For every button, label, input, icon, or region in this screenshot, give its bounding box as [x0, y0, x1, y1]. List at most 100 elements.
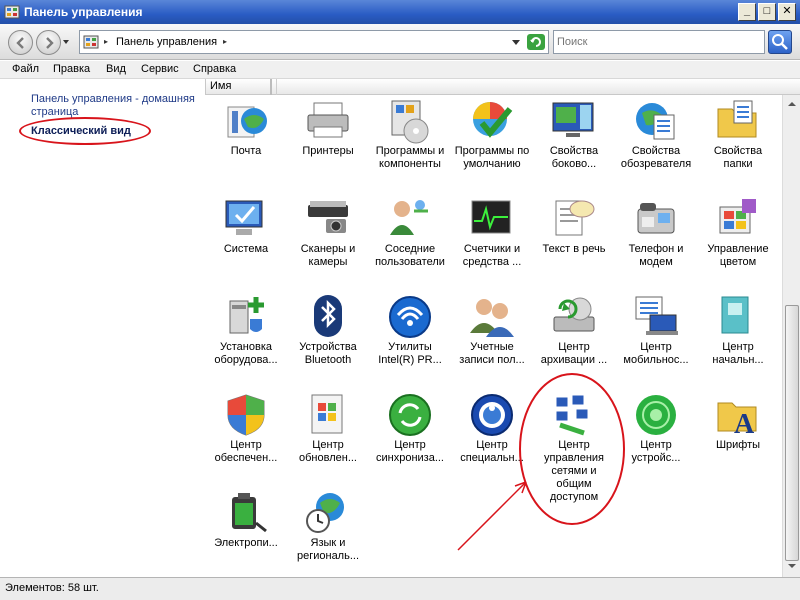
item-label: Текст в речь [542, 243, 606, 255]
search-input[interactable] [557, 32, 757, 52]
status-bar: Элементов: 58 шт. [0, 577, 800, 600]
mail-icon [227, 106, 267, 138]
breadcrumb-arrow-icon[interactable]: ▸ [104, 37, 108, 46]
column-divider[interactable] [270, 79, 272, 95]
menu-view[interactable]: Вид [106, 63, 126, 75]
control-panel-item[interactable]: Центр мобильнос... [616, 291, 696, 387]
item-label: Установка оборудова... [214, 341, 278, 366]
item-label: Шрифты [715, 439, 761, 451]
control-panel-items: Почта Принтеры Программы и компоненты Прогр… [206, 95, 782, 577]
menu-help[interactable]: Справка [193, 63, 236, 75]
menu-bar: Файл Правка Вид Сервис Справка [0, 61, 800, 79]
control-panel-item[interactable]: A Шрифты [698, 389, 778, 485]
control-panel-item[interactable]: Почта [206, 95, 286, 191]
internet-options-icon [636, 103, 675, 140]
control-panel-item[interactable]: Центр синхрониза... [370, 389, 450, 485]
column-header: Имя [205, 79, 800, 95]
address-bar[interactable]: ▸ Панель управления ▸ [79, 30, 549, 54]
refresh-icon [530, 37, 541, 47]
address-dropdown-icon[interactable] [512, 40, 520, 45]
menu-edit[interactable]: Правка [53, 63, 90, 75]
item-label: Система [223, 243, 269, 255]
control-panel-item[interactable]: Язык и региональ... [288, 487, 368, 577]
annotation-ellipse [19, 117, 151, 145]
control-panel-item[interactable]: Центр устройс... [616, 389, 696, 485]
scanner-icon [308, 201, 348, 233]
control-panel-item[interactable]: Текст в речь [534, 193, 614, 289]
refresh-button[interactable] [527, 34, 545, 50]
control-panel-item[interactable]: Учетные записи пол... [452, 291, 532, 387]
device-center-icon [636, 395, 676, 435]
search-box[interactable] [553, 30, 765, 54]
control-panel-item[interactable]: Счетчики и средства ... [452, 193, 532, 289]
control-panel-item[interactable]: Программы по умолчанию [452, 95, 532, 191]
control-panel-item[interactable]: Принтеры [288, 95, 368, 191]
control-panel-item[interactable]: Свойства папки [698, 95, 778, 191]
control-panel-item[interactable]: Программы и компоненты [370, 95, 450, 191]
vertical-scrollbar[interactable] [782, 95, 800, 577]
control-panel-item[interactable]: Электропи... [206, 487, 286, 577]
svg-text:A: A [734, 409, 755, 439]
item-label: Электропи... [214, 537, 278, 549]
control-panel-item[interactable]: Телефон и модем [616, 193, 696, 289]
programs-icon [391, 100, 429, 144]
column-divider [276, 79, 277, 95]
maximize-button[interactable]: □ [758, 3, 776, 21]
item-label: Управление цветом [707, 243, 769, 268]
control-panel-item[interactable]: Утилиты Intel(R) PR... [370, 291, 450, 387]
add-hardware-icon [229, 297, 264, 334]
control-panel-item[interactable]: Центр управления сетями и общим доступом [534, 389, 614, 503]
sync-center-icon [389, 394, 431, 436]
address-text[interactable]: Панель управления [116, 36, 217, 48]
item-label: Свойства папки [713, 145, 763, 170]
control-panel-item[interactable]: Центр архивации ... [534, 291, 614, 387]
breadcrumb-arrow-icon[interactable]: ▸ [223, 37, 227, 46]
search-icon [772, 34, 788, 50]
item-label: Телефон и модем [628, 243, 684, 268]
item-count: Элементов: 58 шт. [5, 582, 99, 594]
control-panel-item[interactable]: Соседние пользователи [370, 193, 450, 289]
back-button[interactable] [8, 30, 33, 55]
welcome-center-icon [721, 296, 749, 334]
window-title: Панель управления [24, 5, 143, 19]
menu-file[interactable]: Файл [12, 63, 39, 75]
mobility-icon [635, 296, 678, 335]
minimize-button[interactable]: _ [738, 3, 756, 21]
column-name[interactable]: Имя [210, 80, 231, 92]
menu-tools[interactable]: Сервис [141, 63, 179, 75]
network-center-icon [555, 394, 589, 436]
search-button[interactable] [768, 30, 792, 54]
control-panel-item[interactable]: Свойства боково... [534, 95, 614, 191]
control-panel-item[interactable]: Устройства Bluetooth [288, 291, 368, 387]
scroll-thumb[interactable] [785, 305, 799, 561]
intel-wireless-icon [389, 296, 431, 338]
close-button[interactable]: ✕ [778, 3, 796, 21]
control-panel-item[interactable]: Центр обеспечен... [206, 389, 286, 485]
title-bar: Панель управления _ □ ✕ [0, 0, 800, 24]
bluetooth-icon [314, 295, 342, 337]
security-center-icon [227, 394, 265, 436]
control-panel-home-link[interactable]: Панель управления - домашняя страница [31, 93, 201, 119]
item-label: Центр обновлен... [299, 439, 357, 464]
item-label: Сканеры и камеры [300, 243, 356, 268]
control-panel-item[interactable]: Центр обновлен... [288, 389, 368, 485]
control-panel-item[interactable]: Центр специальн... [452, 389, 532, 485]
forward-button[interactable] [36, 30, 61, 55]
item-label: Центр синхрониза... [375, 439, 444, 464]
control-panel-item[interactable]: Сканеры и камеры [288, 193, 368, 289]
control-panel-item[interactable]: Центр начальн... [698, 291, 778, 387]
control-panel-icon [83, 35, 99, 49]
control-panel-item[interactable]: Свойства обозревателя [616, 95, 696, 191]
people-near-me-icon [390, 200, 428, 235]
item-label: Центр архивации ... [540, 341, 608, 366]
item-label: Язык и региональ... [296, 537, 360, 562]
scroll-down-icon[interactable] [785, 559, 799, 573]
control-panel-item[interactable]: Установка оборудова... [206, 291, 286, 387]
item-label: Программы по умолчанию [454, 145, 530, 170]
control-panel-item[interactable]: Управление цветом [698, 193, 778, 289]
system-icon [225, 200, 263, 235]
windows-update-icon [311, 394, 343, 434]
recent-pages-dropdown[interactable] [63, 40, 69, 44]
control-panel-item[interactable]: Система [206, 193, 286, 289]
scroll-up-icon[interactable] [785, 97, 799, 111]
